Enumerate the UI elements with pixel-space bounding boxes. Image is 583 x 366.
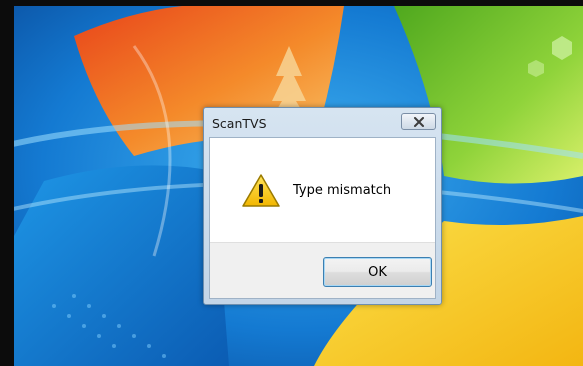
dialog-button-bar: OK [210, 242, 435, 298]
dialog-titlebar[interactable]: ScanTVS [204, 108, 441, 138]
ok-button[interactable]: OK [323, 257, 432, 287]
dialog-message: Type mismatch [293, 183, 392, 198]
close-icon [413, 116, 424, 127]
close-button[interactable] [401, 113, 436, 130]
dialog-body: Type mismatch OK [209, 137, 436, 299]
dialog-title: ScanTVS [212, 116, 267, 131]
warning-icon [242, 174, 280, 207]
message-dialog: ScanTVS Type mismatch OK [203, 107, 442, 305]
